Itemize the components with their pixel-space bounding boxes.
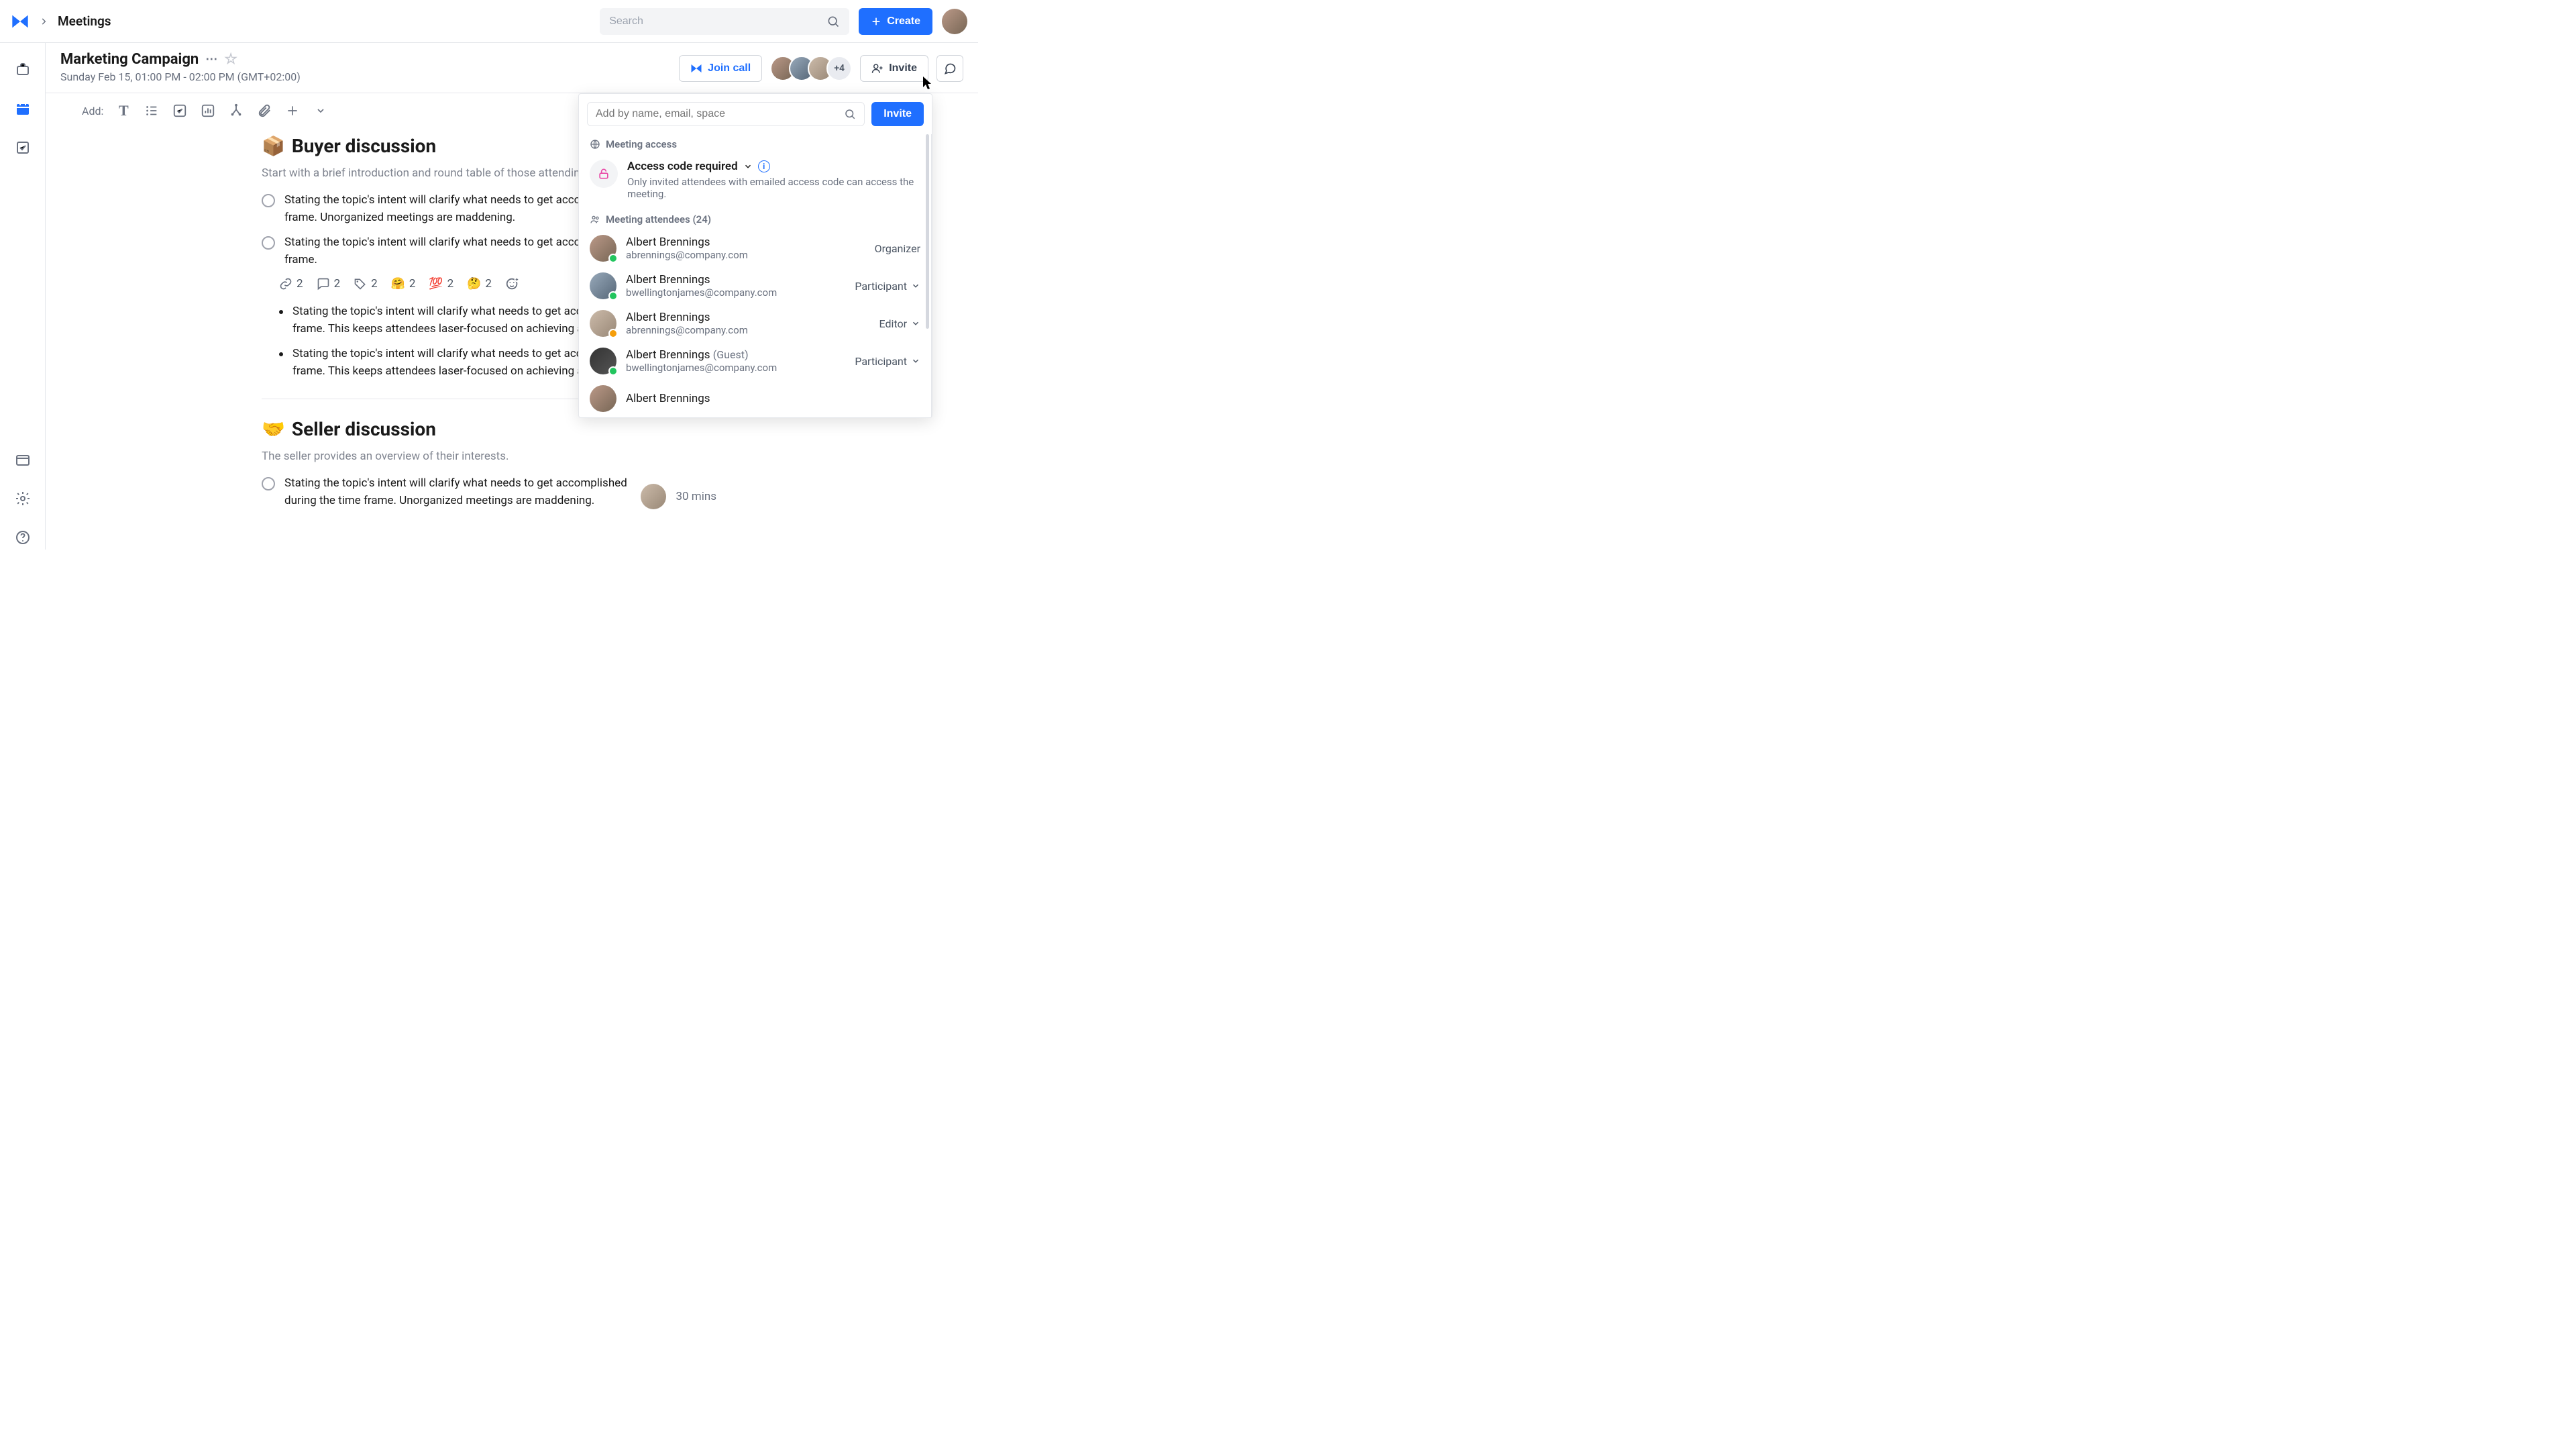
add-attachment-icon[interactable] [256,103,272,119]
attendee-name: Albert Brennings [626,273,845,287]
invite-icon [871,62,883,74]
sidebar-calendar-icon[interactable] [11,97,35,121]
app-logo-icon[interactable] [11,12,30,31]
attendee-name: Albert Brennings [626,392,920,405]
sidebar [0,43,46,550]
attendee-row: Albert Brenningsabrennings@company.com E… [579,305,931,342]
add-chart-icon[interactable] [200,103,216,119]
task-duration: 30 mins [676,490,716,503]
tag-reaction[interactable]: 2 [354,277,378,291]
invite-search[interactable] [587,102,865,126]
add-checkbox-icon[interactable] [172,103,188,119]
add-plus-icon[interactable] [284,103,301,119]
chevron-down-icon [743,162,753,171]
access-mode-dropdown[interactable]: Access code required i [627,160,920,173]
sidebar-apps-icon[interactable] [11,448,35,472]
sidebar-settings-icon[interactable] [11,486,35,511]
task-item[interactable]: Stating the topic's intent will clarify … [262,475,637,509]
task-meta: 30 mins [641,484,716,509]
invite-confirm-button[interactable]: Invite [871,102,924,126]
attendee-avatar-stack[interactable]: +4 [770,56,852,81]
comment-reaction[interactable]: 2 [317,277,341,291]
avatar-overflow[interactable]: +4 [826,56,852,81]
attendee-role-dropdown[interactable]: Editor [879,317,920,330]
sidebar-tasks-icon[interactable] [11,136,35,160]
search-input[interactable] [609,15,826,28]
people-icon [590,214,600,225]
status-online-icon [608,254,618,263]
sidebar-help-icon[interactable] [11,525,35,550]
assignee-avatar[interactable] [641,484,666,509]
invite-search-input[interactable] [596,108,839,120]
page-header: Marketing Campaign ⋯ ☆ Sunday Feb 15, 01… [46,43,978,93]
invite-panel: Invite Meeting access Access code requir… [578,93,932,418]
page-subtitle: Sunday Feb 15, 01:00 PM - 02:00 PM (GMT+… [60,70,679,83]
status-away-icon [608,329,618,338]
join-call-button[interactable]: Join call [679,55,762,82]
access-mode-description: Only invited attendees with emailed acce… [627,176,920,200]
status-online-icon [608,291,618,301]
section-title: 🤝Seller discussion [262,418,716,440]
add-text-icon[interactable]: T [115,103,131,119]
page-title: Marketing Campaign ⋯ ☆ [60,51,237,68]
cursor-icon [923,76,934,93]
attendee-email: bwellingtonjames@company.com [626,362,845,374]
add-label: Add: [82,105,103,117]
attendee-row: Albert Brennings (Guest)bwellingtonjames… [579,342,931,380]
sidebar-workspace-icon[interactable] [11,58,35,82]
attendee-name: Albert Brennings (Guest) [626,348,845,362]
attendee-email: abrennings@company.com [626,324,870,336]
add-list-icon[interactable] [144,103,160,119]
attendee-email: abrennings@company.com [626,249,865,261]
chat-icon[interactable] [936,55,963,82]
access-mode-row: Access code required i Only invited atte… [579,154,931,209]
attendee-role-dropdown[interactable]: Participant [855,355,920,368]
attendee-name: Albert Brennings [626,236,865,249]
attendee-email: bwellingtonjames@company.com [626,287,845,299]
user-avatar[interactable] [942,9,967,34]
add-reaction-icon[interactable] [505,276,520,291]
attendee-row: Albert Brennings [579,380,931,417]
emoji-reaction[interactable]: 🤗2 [391,277,416,291]
attendee-row: Albert Brenningsbwellingtonjames@company… [579,267,931,305]
add-more-chevron-icon[interactable] [313,103,329,119]
global-search[interactable] [600,8,849,35]
checkbox-icon[interactable] [262,236,275,250]
attendee-avatar[interactable] [590,385,616,412]
attendee-name: Albert Brennings [626,311,870,324]
chevron-down-icon [911,281,920,291]
app-logo-icon [690,62,702,74]
add-branch-icon[interactable] [228,103,244,119]
attendee-role-dropdown[interactable]: Participant [855,280,920,293]
link-reaction[interactable]: 2 [279,277,303,291]
meeting-access-label: Meeting access [579,134,931,154]
globe-icon [590,139,600,150]
chevron-down-icon [911,356,920,366]
invite-button[interactable]: Invite [860,55,928,82]
favorite-star-icon[interactable]: ☆ [224,51,237,68]
lock-icon [590,160,618,188]
attendee-role: Organizer [875,242,920,255]
breadcrumb[interactable]: Meetings [58,13,111,29]
attendees-label: Meeting attendees (24) [579,209,931,229]
chevron-down-icon [911,319,920,328]
plus-icon [871,16,881,27]
info-icon[interactable]: i [758,160,770,172]
create-button[interactable]: Create [859,8,932,35]
topbar: Meetings Create [0,0,978,43]
checkbox-icon[interactable] [262,194,275,207]
chevron-right-icon [39,17,48,26]
status-online-icon [608,366,618,376]
search-icon [826,15,840,28]
emoji-reaction[interactable]: 💯2 [429,277,453,291]
scrollbar[interactable] [926,134,929,329]
section-intro: The seller provides an overview of their… [262,450,716,463]
emoji-reaction[interactable]: 🤔2 [467,277,492,291]
attendee-row: Albert Brenningsabrennings@company.com O… [579,229,931,267]
search-icon [844,108,856,120]
page-menu-icon[interactable]: ⋯ [205,52,217,66]
checkbox-icon[interactable] [262,477,275,490]
